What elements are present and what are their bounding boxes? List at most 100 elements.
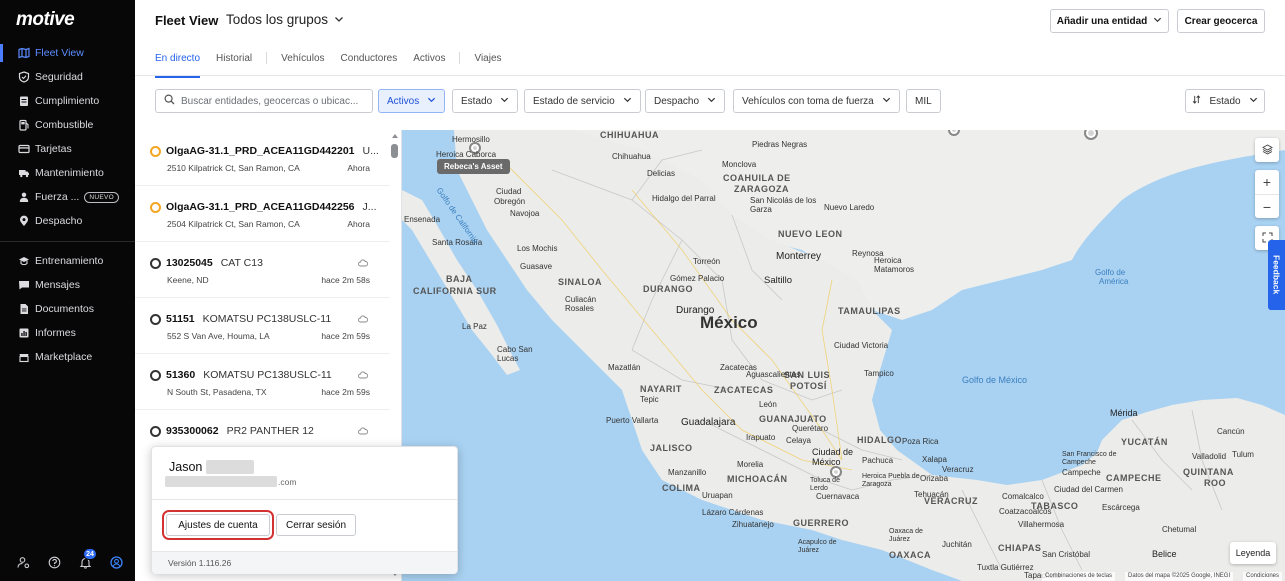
create-geofence-button[interactable]: Crear geocerca	[1177, 9, 1265, 33]
city-label: Comalcalco	[1002, 492, 1044, 501]
city-label: Valladolid	[1192, 452, 1227, 461]
asset-tag-label[interactable]: Rebeca's Asset	[437, 159, 510, 174]
sidebar-item-cumplimiento[interactable]: Cumplimiento	[0, 89, 135, 113]
state-label: COAHUILA DE	[723, 173, 791, 183]
sidebar-item-entrenamiento[interactable]: Entrenamiento	[0, 249, 135, 273]
search-box[interactable]	[155, 89, 373, 113]
sidebar-item-marketplace[interactable]: Marketplace	[0, 345, 135, 369]
account-avatar-icon[interactable]	[110, 555, 123, 569]
state-label: YUCATÁN	[1121, 437, 1168, 447]
filter-despacho[interactable]: Despacho	[645, 89, 726, 113]
state-label: NAYARIT	[640, 384, 682, 394]
list-item[interactable]: OlgaAG-31.1_PRD_ACEA11GD442201 U... 2510 …	[135, 130, 390, 186]
filter-label: Estado	[461, 95, 493, 107]
chevron-down-icon	[1153, 15, 1162, 27]
notifications-bell-icon[interactable]: 24	[79, 547, 97, 569]
map-view[interactable]: Rebeca's Asset CHIHUAHUA COAHUILA DE ZAR…	[402, 130, 1285, 581]
sort-button[interactable]: Estado	[1185, 89, 1265, 113]
layers-button[interactable]	[1255, 138, 1279, 162]
entity-id: OlgaAG-31.1_PRD_ACEA11GD442201	[166, 145, 355, 157]
account-settings-button[interactable]: Ajustes de cuenta	[162, 510, 274, 540]
search-input[interactable]	[181, 95, 371, 107]
user-settings-icon[interactable]	[17, 556, 30, 569]
city-label: Puerto Vallarta	[606, 416, 659, 425]
sidebar-item-combustible[interactable]: Combustible	[0, 113, 135, 137]
list-item[interactable]: OlgaAG-31.1_PRD_ACEA11GD442256 J... 2504 …	[135, 186, 390, 242]
filter-label: MIL	[915, 95, 932, 107]
page-title: Fleet View	[155, 13, 219, 28]
map-attribution-data: Datos del mapa ©2025 Google, INEGI	[1125, 572, 1234, 581]
filter-estado-de-servicio[interactable]: Estado de servicio	[524, 89, 641, 113]
state-label: BAJA	[446, 274, 473, 284]
city-label: Guasave	[520, 262, 553, 271]
tab-activos[interactable]: Activos	[413, 53, 445, 64]
tab-vehiculos[interactable]: Vehículos	[281, 53, 324, 64]
list-item-title: 51360 KOMATSU PC138USLC-11	[150, 369, 332, 381]
entity-id: 51151	[166, 313, 195, 325]
chevron-down-icon	[427, 95, 436, 107]
sidebar-item-documentos[interactable]: Documentos	[0, 297, 135, 321]
city-label: Monclova	[722, 160, 757, 169]
list-item[interactable]: 51360 KOMATSU PC138USLC-11 N South St, Pa…	[135, 354, 390, 410]
city-label: San Cristóbal	[1042, 550, 1091, 559]
shield-icon	[18, 71, 30, 83]
map-attribution-keys[interactable]: Combinaciones de teclas	[1042, 572, 1116, 581]
filter-mil[interactable]: MIL	[906, 89, 941, 113]
state-label: ZACATECAS	[714, 385, 774, 395]
tab-conductores[interactable]: Conductores	[341, 53, 398, 64]
legend-button[interactable]: Leyenda	[1230, 542, 1276, 564]
city-label: Durango	[676, 305, 715, 316]
zoom-in-icon[interactable]: +	[1263, 170, 1271, 194]
city-label: Tampico	[864, 369, 894, 378]
city-label: Tulum	[1232, 450, 1254, 459]
city-label: Juchitán	[942, 540, 972, 549]
tab-en-directo[interactable]: En directo	[155, 53, 201, 78]
sidebar-item-label: Fleet View	[35, 47, 84, 59]
feedback-tab[interactable]: Feedback	[1268, 240, 1285, 310]
new-badge: NUEVO	[84, 191, 119, 203]
filter-estado[interactable]: Estado	[452, 89, 519, 113]
redacted-surname	[206, 460, 255, 474]
zoom-out-icon[interactable]: −	[1255, 194, 1279, 218]
state-label: GUANAJUATO	[759, 414, 827, 424]
sidebar-item-seguridad[interactable]: Seguridad	[0, 65, 135, 89]
list-item[interactable]: 13025045 CAT C13 Keene, ND hace 2m 58s	[135, 242, 390, 298]
sidebar-item-despacho[interactable]: Despacho	[0, 209, 135, 233]
motive-logo[interactable]: motive	[16, 9, 75, 31]
sidebar-item-mensajes[interactable]: Mensajes	[0, 273, 135, 297]
tab-historial[interactable]: Historial	[216, 53, 252, 64]
help-icon[interactable]	[48, 556, 61, 569]
scroll-up-arrow[interactable]	[392, 134, 398, 138]
sidebar-item-mantenimiento[interactable]: Mantenimiento	[0, 161, 135, 185]
card-icon	[18, 143, 30, 155]
sidebar-item-informes[interactable]: Informes	[0, 321, 135, 345]
sidebar-item-fuerza[interactable]: Fuerza ... NUEVO	[0, 185, 135, 209]
filter-toma-de-fuerza[interactable]: Vehículos con toma de fuerza	[733, 89, 900, 113]
entity-model: CAT C13	[220, 257, 263, 269]
add-entity-button[interactable]: Añadir una entidad	[1050, 9, 1169, 33]
logout-button[interactable]: Cerrar sesión	[276, 514, 356, 536]
list-scrollbar-thumb[interactable]	[391, 144, 398, 158]
entity-model: U...	[362, 145, 379, 157]
city-label: Querétaro	[792, 424, 829, 433]
sidebar-item-fleet-view[interactable]: Fleet View	[0, 41, 135, 65]
state-label: POTOSÍ	[790, 381, 827, 391]
state-label: MICHOACÁN	[727, 474, 788, 484]
city-label: Ciudad Victoria	[834, 341, 889, 350]
chevron-down-icon	[882, 95, 891, 107]
tab-divider	[266, 52, 268, 64]
sidebar-item-tarjetas[interactable]: Tarjetas	[0, 137, 135, 161]
city-label: Xalapa	[922, 455, 947, 464]
city-label: Culiacán Rosales	[565, 295, 597, 313]
city-label: Gómez Palacio	[670, 274, 725, 283]
filter-activos[interactable]: Activos	[378, 89, 446, 113]
group-selector[interactable]: Todos los grupos	[226, 12, 344, 27]
city-label: Hidalgo del Parral	[652, 194, 716, 203]
map-attribution-terms[interactable]: Condiciones	[1243, 572, 1283, 581]
city-label: Cabo San Lucas	[497, 345, 533, 363]
tab-viajes[interactable]: Viajes	[474, 53, 501, 64]
list-item[interactable]: 51151 KOMATSU PC138USLC-11 552 S Van Ave,…	[135, 298, 390, 354]
city-label: Ciudad	[496, 187, 522, 196]
state-label: ZARAGOZA	[734, 184, 789, 194]
entity-address: 2510 Kilpatrick Ct, San Ramon, CA	[167, 163, 300, 173]
